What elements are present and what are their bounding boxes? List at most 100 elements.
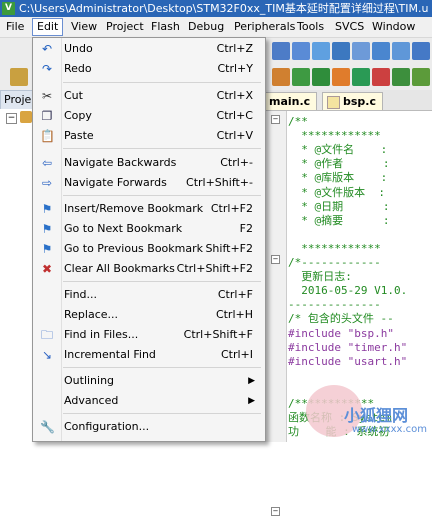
editor-tab-bar: main.c bsp.c bbox=[248, 90, 432, 111]
code-line: #include "timer.h" bbox=[288, 340, 408, 354]
menu-item-label: Find... bbox=[64, 288, 98, 301]
menu-item-label: Incremental Find bbox=[64, 348, 156, 361]
menu-item-navigate-forwards[interactable]: ⇨ Navigate Forwards Ctrl+Shift+- bbox=[35, 173, 263, 193]
editor-gutter: − − − bbox=[266, 111, 287, 516]
menu-item-shortcut: Ctrl+H bbox=[215, 308, 253, 321]
uncomment-icon[interactable] bbox=[332, 42, 350, 60]
menu-item-label: Go to Previous Bookmark bbox=[64, 242, 203, 255]
code-line: 2016-05-29 V1.0. bbox=[288, 284, 408, 298]
paste-icon: 📋 bbox=[40, 129, 55, 143]
watermark-url: www.xxxx.com bbox=[352, 424, 428, 435]
menu-debug[interactable]: Debug bbox=[184, 19, 228, 35]
menu-edit[interactable]: Edit bbox=[32, 18, 64, 36]
menu-project[interactable]: Project bbox=[102, 19, 148, 35]
menu-item-shortcut: Ctrl+Y bbox=[217, 62, 253, 75]
menu-item-label: Advanced bbox=[64, 394, 119, 407]
menu-item-clear-all-bookmarks[interactable]: ✖ Clear All Bookmarks Ctrl+Shift+F2 bbox=[35, 259, 263, 279]
menu-flash[interactable]: Flash bbox=[147, 19, 184, 35]
tree-expand-icon[interactable]: − bbox=[6, 113, 17, 124]
menu-svcs[interactable]: SVCS bbox=[331, 19, 368, 35]
menu-item-navigate-backwards[interactable]: ⇦ Navigate Backwards Ctrl+- bbox=[35, 153, 263, 173]
menu-view[interactable]: View bbox=[67, 19, 101, 35]
file-icon bbox=[327, 96, 340, 109]
code-line: -------------- bbox=[288, 298, 381, 312]
title-bar: V C:\Users\Administrator\Desktop\STM32F0… bbox=[0, 0, 432, 17]
menu-item-label: Navigate Backwards bbox=[64, 156, 177, 169]
fold-toggle-icon[interactable]: − bbox=[271, 255, 280, 264]
menu-item-go-to-previous-bookmark[interactable]: ⚑ Go to Previous Bookmark Shift+F2 bbox=[35, 239, 263, 259]
menu-item-shortcut: Ctrl+Shift+F2 bbox=[176, 262, 253, 275]
menu-item-find[interactable]: Find... Ctrl+F bbox=[35, 285, 263, 305]
menu-item-advanced[interactable]: Advanced ▶ bbox=[35, 391, 263, 411]
indent-icon[interactable] bbox=[272, 42, 290, 60]
watermark-text: 小狐狸网 bbox=[344, 406, 409, 425]
menu-item-shortcut: F2 bbox=[239, 222, 253, 235]
run-icon[interactable] bbox=[292, 68, 310, 86]
options-icon[interactable] bbox=[412, 68, 430, 86]
fold-toggle-icon[interactable]: − bbox=[271, 507, 280, 516]
code-line: * @文件版本 : bbox=[288, 185, 385, 199]
code-line: #include "bsp.h" bbox=[288, 326, 394, 340]
menu-item-label: Find in Files... bbox=[64, 328, 139, 341]
comment-icon[interactable] bbox=[312, 42, 330, 60]
menu-item-shortcut: Ctrl+V bbox=[216, 129, 253, 142]
window-title: C:\Users\Administrator\Desktop\STM32F0xx… bbox=[19, 2, 429, 15]
wrench-icon: 🔧 bbox=[40, 420, 55, 434]
menu-peripherals[interactable]: Peripherals bbox=[230, 19, 299, 35]
menu-item-redo[interactable]: ↷ Redo Ctrl+Y bbox=[35, 59, 263, 79]
menu-item-paste[interactable]: 📋 Paste Ctrl+V bbox=[35, 126, 263, 146]
step-out-icon[interactable] bbox=[352, 68, 370, 86]
menu-item-shortcut: Ctrl+F bbox=[217, 288, 253, 301]
keil-uvision-icon: V bbox=[2, 2, 15, 15]
code-line: #include "usart.h" bbox=[288, 354, 408, 368]
menu-item-incremental-find[interactable]: ↘ Incremental Find Ctrl+I bbox=[35, 345, 263, 365]
stop-icon[interactable] bbox=[372, 68, 390, 86]
menu-window[interactable]: Window bbox=[368, 19, 419, 35]
menu-item-outlining[interactable]: Outlining ▶ bbox=[35, 371, 263, 391]
submenu-arrow-icon: ▶ bbox=[248, 396, 255, 406]
menu-item-label: Redo bbox=[64, 62, 92, 75]
menu-item-undo[interactable]: ↶ Undo Ctrl+Z bbox=[35, 39, 263, 59]
replace-icon[interactable] bbox=[372, 42, 390, 60]
fold-toggle-icon[interactable]: − bbox=[271, 115, 280, 124]
code-line: * @日期 : bbox=[288, 199, 390, 213]
menu-item-replace[interactable]: Replace... Ctrl+H bbox=[35, 305, 263, 325]
unindent-icon[interactable] bbox=[292, 42, 310, 60]
menu-tools[interactable]: Tools bbox=[293, 19, 328, 35]
submenu-arrow-icon: ▶ bbox=[248, 376, 255, 386]
menu-item-label: Cut bbox=[64, 89, 83, 102]
debug-start-icon[interactable] bbox=[272, 68, 290, 86]
menu-item-label: Copy bbox=[64, 109, 92, 122]
next-bookmark-toolbar-icon[interactable] bbox=[412, 42, 430, 60]
breakpoint-icon[interactable] bbox=[392, 68, 410, 86]
menu-item-insert-remove-bookmark[interactable]: ⚑ Insert/Remove Bookmark Ctrl+F2 bbox=[35, 199, 263, 219]
menu-file[interactable]: File bbox=[2, 19, 28, 35]
menu-item-shortcut: Ctrl+X bbox=[216, 89, 253, 102]
bookmark-toolbar-icon[interactable] bbox=[392, 42, 410, 60]
menu-item-cut[interactable]: ✂ Cut Ctrl+X bbox=[35, 86, 263, 106]
menu-item-find-in-files[interactable]: 🗀 Find in Files... Ctrl+Shift+F bbox=[35, 325, 263, 345]
menu-item-copy[interactable]: ❐ Copy Ctrl+C bbox=[35, 106, 263, 126]
menu-item-shortcut: Ctrl+I bbox=[220, 348, 253, 361]
menu-item-go-to-next-bookmark[interactable]: ⚑ Go to Next Bookmark F2 bbox=[35, 219, 263, 239]
code-line: * @库版本 : bbox=[288, 171, 388, 185]
menu-item-configuration[interactable]: 🔧 Configuration... bbox=[35, 417, 263, 437]
step-over-icon[interactable] bbox=[332, 68, 350, 86]
menu-separator bbox=[63, 82, 261, 83]
code-editor[interactable]: /** ************ * @文件名 : * @作者 : * @库版本… bbox=[288, 111, 432, 442]
step-icon[interactable] bbox=[312, 68, 330, 86]
code-line: ************ bbox=[288, 241, 381, 255]
rebuild-icon[interactable] bbox=[10, 68, 28, 86]
clear-bookmarks-icon: ✖ bbox=[41, 262, 53, 276]
find-icon[interactable] bbox=[352, 42, 370, 60]
menu-item-label: Undo bbox=[64, 42, 93, 55]
arrow-right-icon: ⇨ bbox=[41, 176, 53, 190]
find-in-files-icon: 🗀 bbox=[40, 328, 53, 342]
tab-bsp-c[interactable]: bsp.c bbox=[322, 92, 383, 110]
code-line: 更新日志: bbox=[288, 270, 352, 284]
incremental-find-icon: ↘ bbox=[41, 348, 53, 362]
project-root-icon[interactable] bbox=[20, 111, 32, 123]
menu-item-shortcut: Ctrl+Z bbox=[216, 42, 253, 55]
menu-item-shortcut: Ctrl+Shift+F bbox=[183, 328, 253, 341]
code-line: * @文件名 : bbox=[288, 143, 388, 157]
